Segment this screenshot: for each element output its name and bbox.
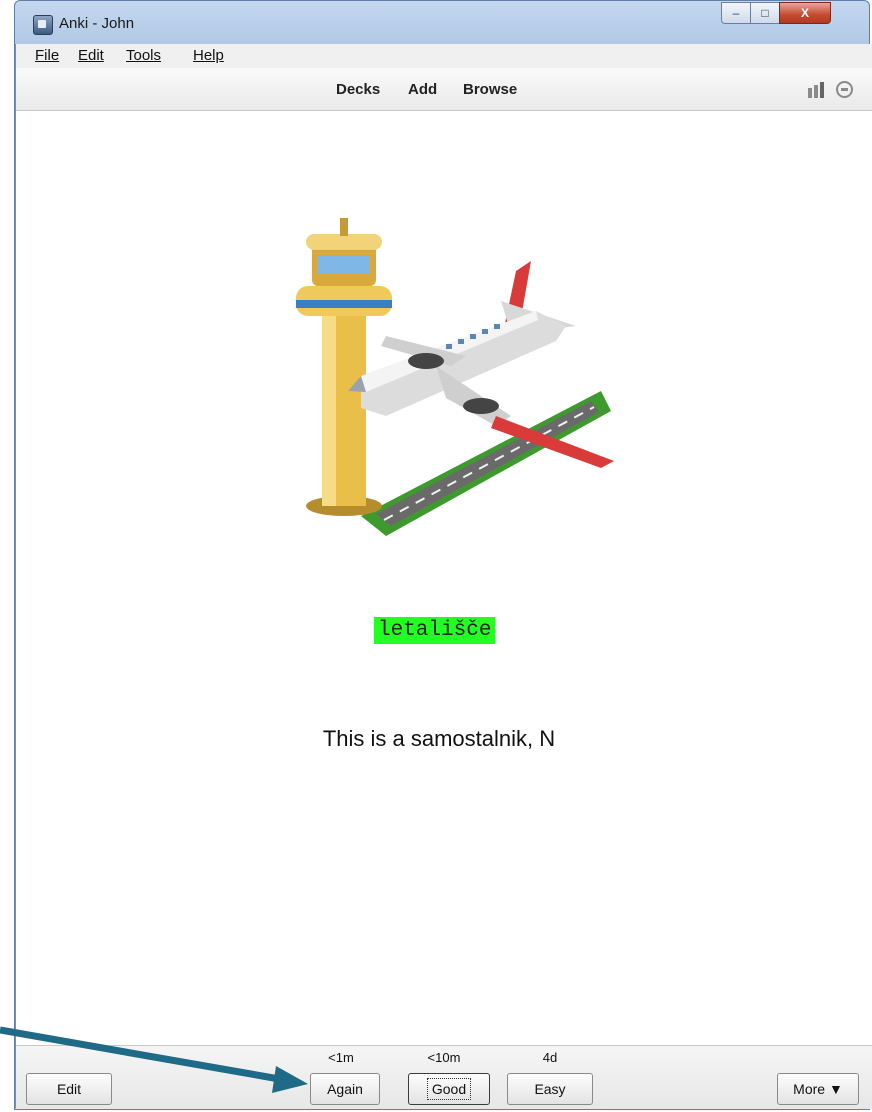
stats-icon[interactable] bbox=[808, 82, 826, 98]
card-hint-row: This is a samostalnik, N bbox=[16, 726, 872, 752]
menu-tools[interactable]: Tools bbox=[126, 47, 161, 64]
main-area: File Edit Tools Help Decks Add Browse le… bbox=[15, 44, 872, 1109]
edit-button[interactable]: Edit bbox=[26, 1073, 112, 1105]
airport-image bbox=[296, 218, 614, 536]
card-word: letališče bbox=[374, 617, 496, 644]
card-hint: This is a samostalnik, N bbox=[322, 726, 556, 751]
answer-bar: Edit <1m Again <10m Good 4d Easy More ▼ bbox=[16, 1045, 872, 1109]
add-link[interactable]: Add bbox=[408, 81, 437, 98]
easy-button[interactable]: Easy bbox=[507, 1073, 593, 1105]
good-button[interactable]: Good bbox=[408, 1073, 490, 1105]
again-button[interactable]: Again bbox=[310, 1073, 380, 1105]
menu-edit[interactable]: Edit bbox=[78, 47, 104, 64]
decks-link[interactable]: Decks bbox=[336, 81, 380, 98]
minimize-button[interactable]: – bbox=[721, 2, 751, 24]
sync-icon[interactable] bbox=[836, 81, 853, 98]
maximize-button[interactable]: □ bbox=[750, 2, 780, 24]
browse-link[interactable]: Browse bbox=[463, 81, 517, 98]
easy-interval: 4d bbox=[542, 1050, 558, 1065]
good-button-label: Good bbox=[426, 1078, 472, 1100]
good-interval: <10m bbox=[427, 1050, 461, 1065]
title-bar[interactable]: Anki - John – □ X bbox=[15, 1, 869, 45]
window-title: Anki - John bbox=[59, 15, 135, 32]
menu-file[interactable]: File bbox=[35, 47, 59, 64]
close-button[interactable]: X bbox=[779, 2, 831, 24]
menu-bar: File Edit Tools Help bbox=[16, 44, 872, 69]
again-interval: <1m bbox=[328, 1050, 354, 1065]
more-button[interactable]: More ▼ bbox=[777, 1073, 859, 1105]
menu-help[interactable]: Help bbox=[193, 47, 224, 64]
anki-app-icon bbox=[33, 15, 53, 35]
top-toolbar: Decks Add Browse bbox=[16, 68, 872, 111]
card-view: letališče This is a samostalnik, N bbox=[16, 111, 872, 1045]
